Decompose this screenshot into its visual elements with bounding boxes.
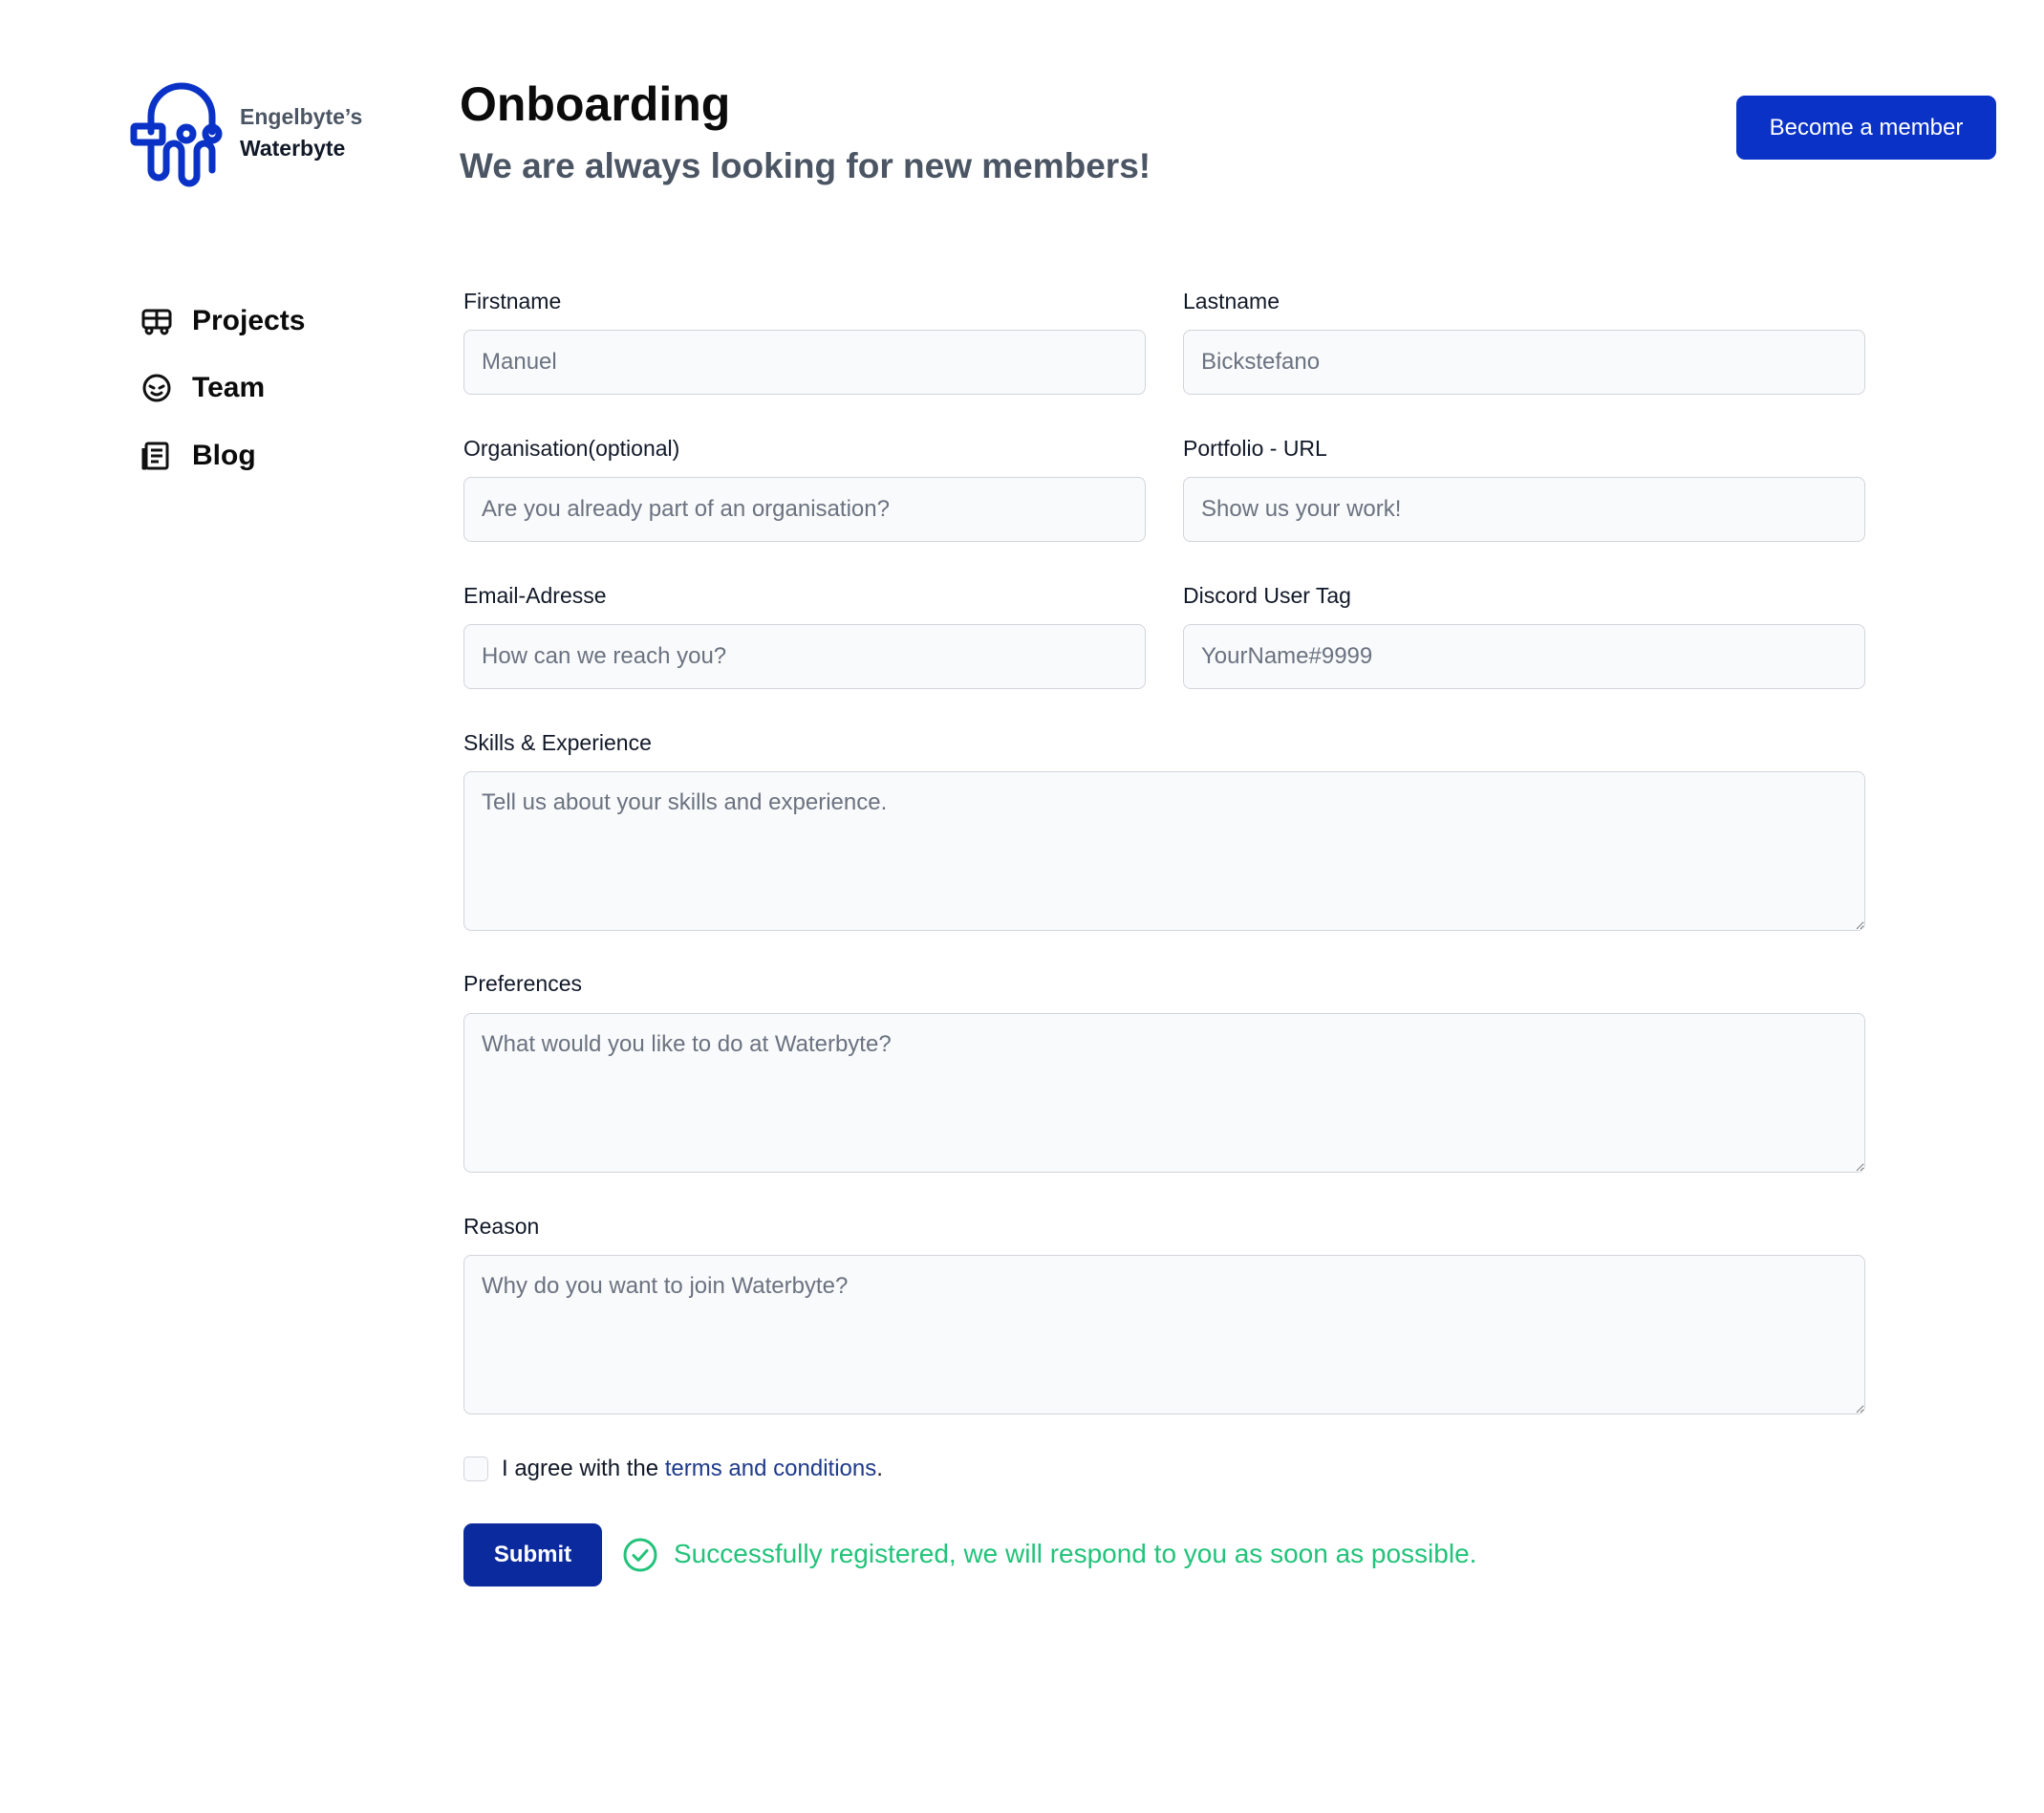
sidebar-item-label: Team: [192, 372, 266, 403]
discord-tag-label: Discord User Tag: [1183, 583, 1351, 608]
organisation-label: Organisation(optional): [463, 436, 680, 461]
organisation-input[interactable]: [463, 477, 1146, 542]
brand-name-line2: Waterbyte: [240, 136, 346, 161]
page-subtitle: We are always looking for new members!: [460, 146, 1151, 185]
lastname-label: Lastname: [1183, 289, 1280, 313]
preferences-label: Preferences: [463, 971, 583, 996]
team-icon: [142, 374, 171, 402]
skills-textarea[interactable]: [463, 771, 1865, 931]
page-title: Onboarding: [460, 77, 731, 131]
terms-checkbox[interactable]: [463, 1457, 488, 1481]
preferences-textarea[interactable]: [463, 1013, 1865, 1173]
terms-link[interactable]: terms and conditions: [665, 1456, 876, 1481]
submit-button[interactable]: Submit: [463, 1523, 602, 1586]
sidebar-item-blog[interactable]: Blog: [140, 435, 256, 477]
become-member-button[interactable]: Become a member: [1736, 96, 1996, 160]
terms-suffix: .: [876, 1456, 883, 1481]
portfolio-url-input[interactable]: [1183, 477, 1865, 542]
sidebar-item-team[interactable]: Team: [140, 367, 265, 409]
waterbyte-logo[interactable]: [130, 76, 245, 191]
projects-icon: [141, 309, 172, 335]
email-input[interactable]: [463, 624, 1146, 689]
lastname-input[interactable]: [1183, 330, 1865, 395]
firstname-input[interactable]: [463, 330, 1146, 395]
sidebar-item-projects[interactable]: Projects: [140, 300, 305, 342]
success-message: Successfully registered, we will respond…: [674, 1539, 1477, 1568]
brand-name-line1: Engelbyte’s: [240, 104, 363, 129]
reason-textarea[interactable]: [463, 1255, 1865, 1414]
firstname-label: Firstname: [463, 289, 562, 313]
sidebar-item-label: Projects: [192, 305, 306, 336]
terms-prefix: I agree with the: [502, 1456, 665, 1481]
check-circle-icon: [623, 1538, 657, 1572]
discord-tag-input[interactable]: [1183, 624, 1865, 689]
reason-label: Reason: [463, 1214, 540, 1239]
skills-label: Skills & Experience: [463, 730, 652, 755]
blog-icon: [141, 442, 169, 470]
terms-agreement-text: I agree with the terms and conditions.: [502, 1456, 883, 1482]
email-label: Email-Adresse: [463, 583, 607, 608]
portfolio-url-label: Portfolio - URL: [1183, 436, 1327, 461]
sidebar-item-label: Blog: [192, 440, 256, 471]
